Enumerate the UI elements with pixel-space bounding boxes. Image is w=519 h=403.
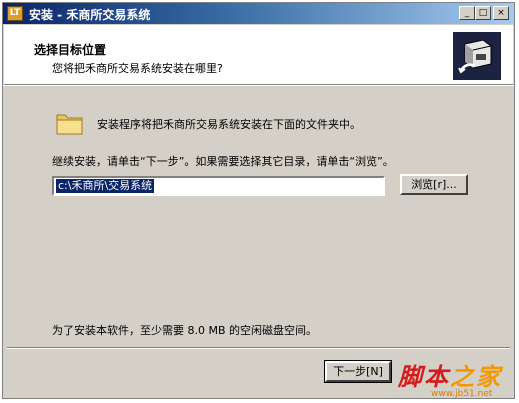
installer-window: LT 安装 - 禾商所交易系统 _ □ × 选择目标位置 您将把禾商所交易系统安… bbox=[2, 2, 515, 399]
setup-computer-icon bbox=[453, 32, 501, 80]
footer-divider bbox=[7, 347, 510, 349]
install-path-selection: c:\禾商所\交易系统 bbox=[56, 179, 155, 193]
page-title: 选择目标位置 bbox=[34, 43, 107, 57]
header-divider bbox=[3, 85, 514, 86]
window-title: 安装 - 禾商所交易系统 bbox=[29, 8, 151, 22]
browse-button[interactable]: 浏览[r]... bbox=[400, 174, 468, 195]
folder-icon bbox=[56, 114, 83, 135]
watermark-url: www.jb51.net bbox=[431, 389, 493, 399]
next-button[interactable]: 下一步[N] bbox=[324, 360, 392, 383]
instruction-text: 继续安装，请单击“下一步”。如果需要选择其它目录，请单击“浏览”。 bbox=[52, 155, 394, 168]
minimize-button[interactable]: _ bbox=[459, 6, 475, 20]
disk-space-note: 为了安装本软件，至少需要 8.0 MB 的空闲磁盘空间。 bbox=[52, 324, 318, 337]
app-installer-icon: LT bbox=[7, 6, 23, 21]
close-button[interactable]: × bbox=[493, 6, 509, 20]
wizard-header: 选择目标位置 您将把禾商所交易系统安装在哪里? bbox=[4, 25, 513, 85]
title-bar[interactable]: LT 安装 - 禾商所交易系统 _ □ × bbox=[3, 3, 514, 24]
page-subtitle: 您将把禾商所交易系统安装在哪里? bbox=[52, 62, 223, 75]
watermark-logo: 脚本之家 bbox=[398, 362, 502, 391]
maximize-button[interactable]: □ bbox=[475, 6, 491, 20]
intro-text: 安装程序将把禾商所交易系统安装在下面的文件夹中。 bbox=[97, 118, 361, 131]
